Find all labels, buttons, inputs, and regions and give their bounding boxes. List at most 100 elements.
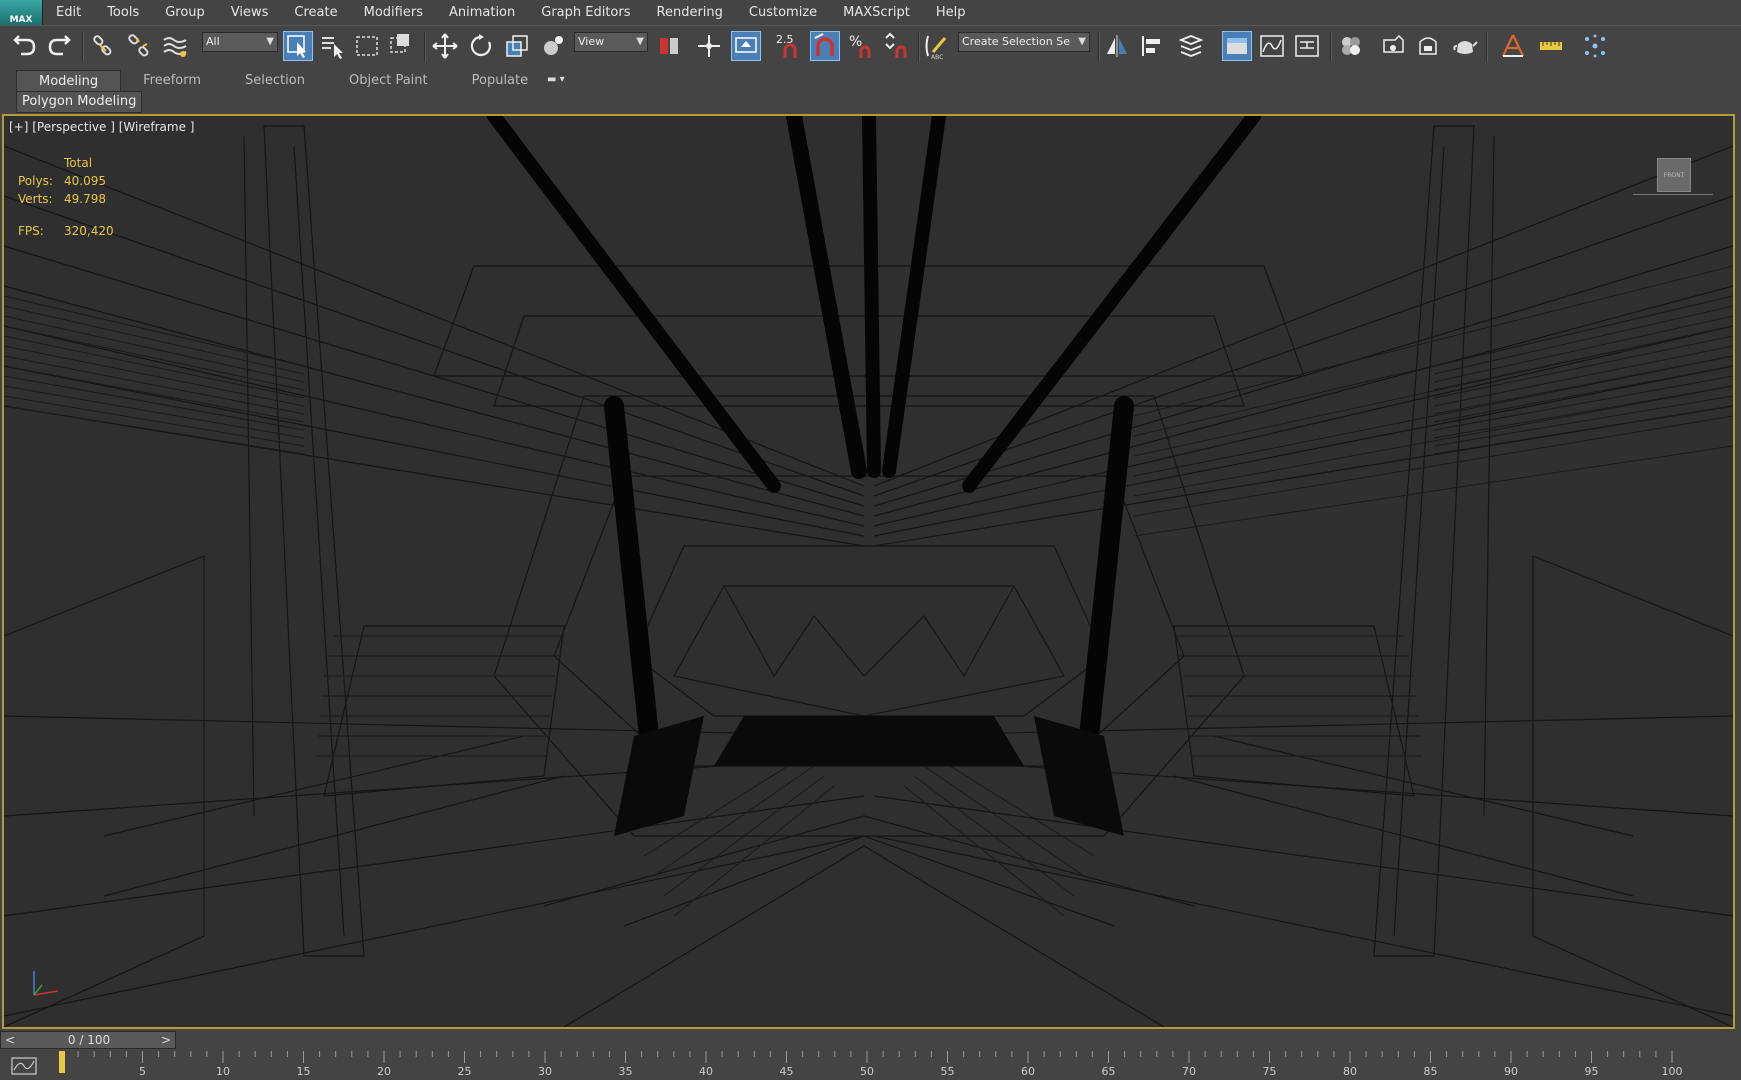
main-toolbar: All ▼ View ▼ 2.5 % ABC Create Selection Se… [0, 25, 1741, 69]
fps-value: 320,420 [64, 224, 114, 238]
menu-create[interactable]: Create [281, 0, 350, 25]
timeline-tick-label: 100 [1662, 1065, 1683, 1078]
bind-spacewarp-icon[interactable] [160, 31, 190, 61]
window-crossing-icon[interactable] [386, 31, 416, 61]
angle-snap-icon[interactable] [810, 31, 840, 61]
current-frame-marker[interactable] [59, 1051, 65, 1073]
tab-populate[interactable]: Populate [450, 70, 551, 92]
align-icon[interactable] [1138, 31, 1168, 61]
timeline-tick-label: 65 [1102, 1065, 1116, 1078]
toggle-ribbon-icon[interactable] [1222, 31, 1252, 61]
render-setup-icon[interactable] [1378, 31, 1408, 61]
menu-group[interactable]: Group [152, 0, 218, 25]
toggle-scene-explorer-icon[interactable] [1176, 31, 1206, 61]
time-slider[interactable]: 0 / 100 < > [0, 1031, 176, 1049]
timeline-tick-label: 90 [1504, 1065, 1518, 1078]
wireframe-scene [4, 116, 1733, 1027]
rendered-frame-window-icon[interactable] [1413, 31, 1443, 61]
viewport-statistics: Total Polys: 40.095 Verts: 49.798 FPS: 320,… [18, 154, 114, 240]
link-icon[interactable] [88, 31, 118, 61]
timeline-tick-label: 30 [538, 1065, 552, 1078]
menu-graph-editors[interactable]: Graph Editors [528, 0, 643, 25]
menu-bar: MAX Edit Tools Group Views Create Modifi… [0, 0, 1741, 25]
menu-rendering[interactable]: Rendering [644, 0, 736, 25]
reference-coordinate-dropdown[interactable]: View ▼ [574, 32, 648, 52]
selection-filter-dropdown[interactable]: All ▼ [202, 32, 278, 52]
particle-view-icon[interactable] [1580, 31, 1610, 61]
snaps-toggle-icon[interactable]: 2.5 [772, 31, 802, 61]
chevron-down-icon: ▼ [636, 36, 644, 47]
polys-label: Polys: [18, 174, 53, 188]
perspective-viewport[interactable]: [+] [Perspective ] [Wireframe ] Total Po… [2, 114, 1735, 1029]
redo-icon[interactable] [44, 31, 74, 61]
menu-views[interactable]: Views [218, 0, 282, 25]
move-icon[interactable] [430, 31, 460, 61]
app-logo-text: MAX [9, 15, 33, 25]
material-editor-icon[interactable] [1336, 31, 1366, 61]
time-controls: 0 / 100 < > 5 10 15 20 25 30 35 40 45 50 55 60 65 70 7… [0, 1031, 1741, 1080]
mirror-icon[interactable] [1102, 31, 1132, 61]
measure-icon[interactable] [1536, 31, 1566, 61]
svg-text:%: % [849, 34, 862, 50]
timeline-tick-label: 40 [699, 1065, 713, 1078]
rectangular-selection-icon[interactable] [352, 31, 382, 61]
undo-icon[interactable] [10, 31, 40, 61]
percent-snap-icon[interactable]: % [846, 31, 876, 61]
select-by-name-icon[interactable] [318, 31, 348, 61]
unlink-icon[interactable] [124, 31, 154, 61]
place-icon[interactable] [538, 31, 568, 61]
menu-edit[interactable]: Edit [43, 0, 94, 25]
timeline-ruler[interactable]: 5 10 15 20 25 30 35 40 45 50 55 60 65 70 75 80 85 90 95 100 [0, 1051, 1741, 1080]
named-selection-value: Create Selection Se [962, 35, 1070, 48]
tab-freeform[interactable]: Freeform [121, 70, 223, 92]
viewport-label-menu[interactable]: [+] [Perspective ] [Wireframe ] [9, 120, 194, 134]
viewcube-compass-ring[interactable] [1633, 194, 1713, 195]
select-manipulate-icon[interactable] [694, 31, 724, 61]
tab-selection[interactable]: Selection [223, 70, 327, 92]
timeline-tick-label: 70 [1182, 1065, 1196, 1078]
timeline-tick-label: 35 [619, 1065, 633, 1078]
timeline-tick-label: 75 [1263, 1065, 1277, 1078]
next-frame-button[interactable]: > [157, 1032, 175, 1049]
select-object-icon[interactable] [283, 31, 313, 61]
snapshot-align-icon[interactable] [1498, 31, 1528, 61]
menu-modifiers[interactable]: Modifiers [351, 0, 436, 25]
named-selection-dropdown[interactable]: Create Selection Se ▼ [958, 32, 1090, 52]
scale-icon[interactable] [502, 31, 532, 61]
menu-tools[interactable]: Tools [94, 0, 152, 25]
viewcube-face-label: FRONT [1663, 171, 1685, 179]
timeline-tick-label: 25 [458, 1065, 472, 1078]
axis-tripod-icon [33, 971, 59, 996]
previous-frame-button[interactable]: < [1, 1032, 19, 1049]
menu-customize[interactable]: Customize [736, 0, 830, 25]
menu-maxscript[interactable]: MAXScript [830, 0, 923, 25]
verts-label: Verts: [18, 192, 53, 206]
pivot-center-icon[interactable] [654, 31, 684, 61]
timeline-tick-label: 85 [1424, 1065, 1438, 1078]
polygon-modeling-panel-button[interactable]: Polygon Modeling [16, 91, 143, 113]
render-teapot-icon[interactable] [1450, 31, 1480, 61]
fps-label: FPS: [18, 224, 44, 238]
edit-named-selection-icon[interactable]: ABC [922, 31, 952, 61]
schematic-view-icon[interactable] [1292, 31, 1322, 61]
track-bar[interactable]: 5 10 15 20 25 30 35 40 45 50 55 60 65 70 75 80 85 90 95 100 [0, 1051, 1741, 1080]
verts-value: 49.798 [64, 192, 106, 206]
viewcube[interactable]: FRONT [1657, 158, 1691, 192]
polys-value: 40.095 [64, 174, 106, 188]
timeline-tick-label: 10 [216, 1065, 230, 1078]
timeline-tick-label: 15 [297, 1065, 311, 1078]
timeline-tick-label: 55 [941, 1065, 955, 1078]
app-logo-button[interactable]: MAX [0, 0, 43, 25]
spinner-snap-icon[interactable] [882, 31, 912, 61]
tab-modeling[interactable]: Modeling [16, 70, 122, 92]
keyboard-shortcut-override-icon[interactable] [731, 31, 761, 61]
curve-editor-icon[interactable] [1257, 31, 1287, 61]
menu-animation[interactable]: Animation [436, 0, 528, 25]
menu-help[interactable]: Help [923, 0, 979, 25]
rotate-icon[interactable] [466, 31, 496, 61]
ribbon-options-icon[interactable]: ▬ ▾ [547, 74, 565, 85]
timeline-tick-label: 45 [780, 1065, 794, 1078]
selection-filter-value: All [206, 35, 220, 48]
tab-object-paint[interactable]: Object Paint [327, 70, 450, 92]
timeline-tick-label: 5 [139, 1065, 146, 1078]
